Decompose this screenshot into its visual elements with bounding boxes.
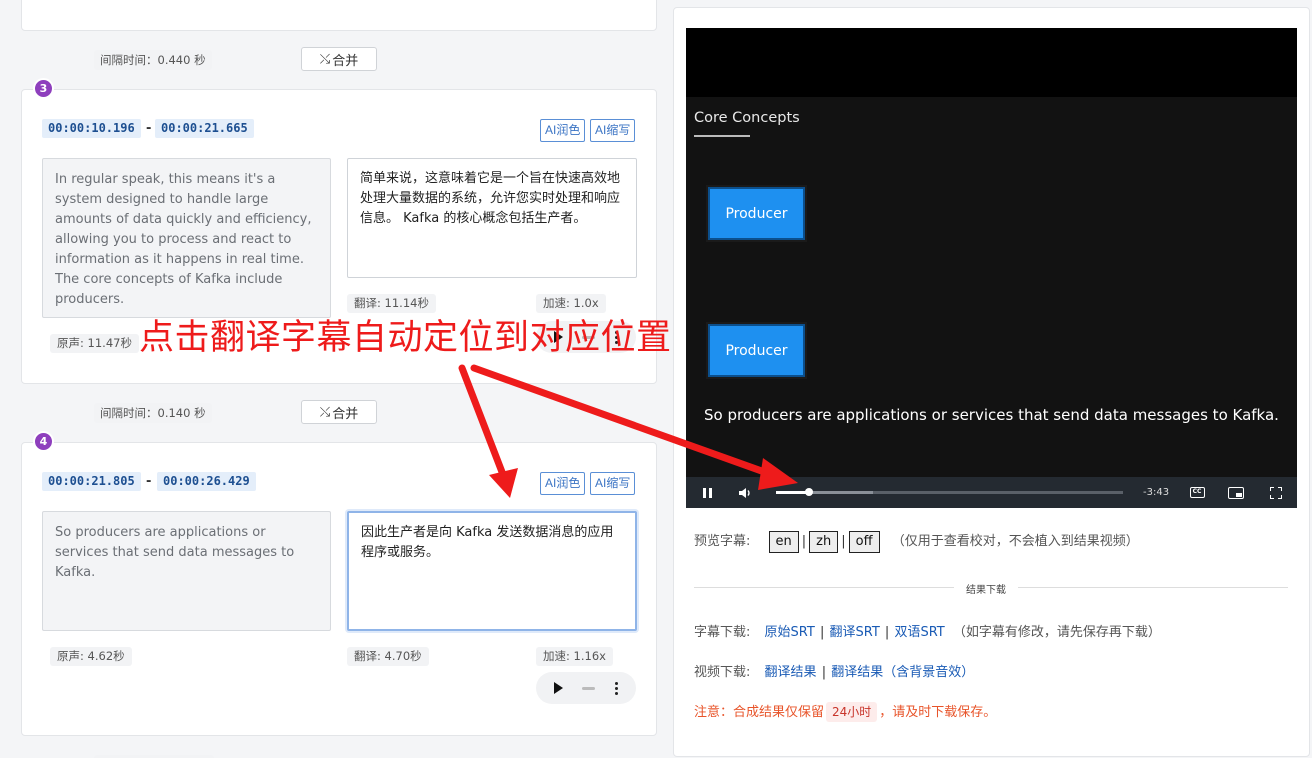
gap-duration-label: 间隔时间：0.140 秒 xyxy=(94,403,212,423)
time-separator: - xyxy=(146,474,152,489)
end-timestamp[interactable]: 00:00:21.665 xyxy=(155,119,254,138)
preview-note: （仅用于查看校对，不会植入到结果视频） xyxy=(891,534,1139,549)
source-text: So producers are applications or service… xyxy=(42,511,331,631)
download-translated-video-link[interactable]: 翻译结果 xyxy=(765,665,817,680)
gap-row-2: 间隔时间：0.140 秒 ⤯ 合并 xyxy=(21,400,657,426)
results-download-heading: 结果下载 xyxy=(954,581,1018,596)
download-translated-video-bg-link[interactable]: 翻译结果（含背景音效） xyxy=(831,665,974,680)
merge-icon: ⤯ xyxy=(319,404,331,419)
preview-en-button[interactable]: en xyxy=(768,530,799,553)
preview-zh-button[interactable]: zh xyxy=(809,530,839,553)
video-download-label: 视频下载: xyxy=(694,665,751,680)
pause-icon[interactable] xyxy=(696,477,718,508)
end-timestamp[interactable]: 00:00:26.429 xyxy=(157,472,256,491)
start-timestamp[interactable]: 00:00:21.805 xyxy=(42,472,141,491)
merge-button[interactable]: ⤯ 合并 xyxy=(301,47,377,71)
segment-card-4: 00:00:21.805 - 00:00:26.429 AI润色 AI缩写 So… xyxy=(21,442,657,736)
separator: | xyxy=(884,625,890,640)
ai-polish-button[interactable]: AI润色 xyxy=(540,472,586,495)
video-player[interactable]: Core Concepts Producer Producer So produ… xyxy=(686,28,1297,508)
gap-row-3 xyxy=(21,752,657,758)
translation-input[interactable]: 简单来说，这意味着它是一个旨在快速高效地处理大量数据的系统，允许您实时处理和响应… xyxy=(347,158,637,278)
retention-badge: 24小时 xyxy=(826,702,878,722)
download-translated-srt-link[interactable]: 翻译SRT xyxy=(829,625,879,640)
slide-underline xyxy=(694,135,750,137)
retention-notice: 注意：合成结果仅保留 24小时 ，请及时下载保存。 xyxy=(694,701,996,722)
start-timestamp[interactable]: 00:00:10.196 xyxy=(42,119,141,138)
seek-handle[interactable] xyxy=(804,488,813,496)
original-duration: 原声: 11.47秒 xyxy=(50,334,139,353)
annotation-label: 点击翻译字幕自动定位到对应位置 xyxy=(139,318,672,358)
video-caption: So producers are applications or service… xyxy=(704,406,1279,424)
translation-input[interactable]: 因此生产者是向 Kafka 发送数据消息的应用程序或服务。 xyxy=(347,511,637,631)
separator: | xyxy=(821,665,827,680)
download-bilingual-srt-link[interactable]: 双语SRT xyxy=(894,625,944,640)
producer-box: Producer xyxy=(708,324,805,377)
fullscreen-button[interactable] xyxy=(1265,477,1287,508)
segment-index-badge: 4 xyxy=(33,431,54,452)
picture-in-picture-icon xyxy=(1228,486,1244,499)
merge-button[interactable]: ⤯ 合并 xyxy=(301,400,377,424)
merge-icon: ⤯ xyxy=(319,51,331,66)
time-remaining: -3:43 xyxy=(1143,487,1170,498)
producer-box: Producer xyxy=(708,187,805,240)
video-download-row: 视频下载: 翻译结果 | 翻译结果（含背景音效） xyxy=(694,661,974,680)
separator: | xyxy=(841,534,846,549)
more-options-icon[interactable] xyxy=(615,681,619,695)
captions-button[interactable]: CC xyxy=(1186,477,1208,508)
seek-bar[interactable] xyxy=(776,488,1123,496)
preview-off-button[interactable]: off xyxy=(848,530,880,553)
gap-row-1: 间隔时间：0.440 秒 ⤯ 合并 xyxy=(21,47,657,73)
subtitle-download-label: 字幕下载: xyxy=(694,625,751,640)
separator: | xyxy=(819,625,825,640)
merge-label: 合并 xyxy=(332,405,359,421)
merge-label: 合并 xyxy=(332,52,359,68)
slide-title: Core Concepts xyxy=(694,110,800,126)
source-text: In regular speak, this means it's a syst… xyxy=(42,158,331,318)
ai-polish-button[interactable]: AI润色 xyxy=(540,119,586,142)
ai-shorten-button[interactable]: AI缩写 xyxy=(590,472,636,495)
volume-icon[interactable] xyxy=(734,477,756,508)
video-controls: -3:43 CC xyxy=(686,477,1297,508)
segment-index-badge: 3 xyxy=(33,78,54,99)
subtitle-download-note: （如字幕有修改，请先保存再下载） xyxy=(952,625,1161,640)
play-icon[interactable] xyxy=(553,682,563,694)
ai-shorten-button[interactable]: AI缩写 xyxy=(590,119,636,142)
separator: | xyxy=(801,534,807,549)
cc-icon: CC xyxy=(1189,487,1205,498)
fullscreen-icon xyxy=(1270,486,1282,499)
preview-subtitle-row: 预览字幕: en | zh | off （仅用于查看校对，不会植入到结果视频） xyxy=(694,530,1139,553)
download-original-srt-link[interactable]: 原始SRT xyxy=(765,625,815,640)
subtitle-download-row: 字幕下载: 原始SRT | 翻译SRT | 双语SRT （如字幕有修改，请先保存… xyxy=(694,621,1161,640)
preview-panel: Core Concepts Producer Producer So produ… xyxy=(673,7,1310,757)
preview-label: 预览字幕: xyxy=(694,534,751,549)
gap-duration-label: 间隔时间：0.440 秒 xyxy=(94,50,212,70)
original-duration: 原声: 4.62秒 xyxy=(50,647,132,666)
time-separator: - xyxy=(146,121,152,136)
pip-button[interactable] xyxy=(1225,477,1247,508)
notice-suffix: ，请及时下载保存。 xyxy=(879,705,997,720)
audio-player[interactable] xyxy=(536,672,636,704)
volume-icon[interactable] xyxy=(582,686,596,690)
speed-rate: 加速: 1.16x xyxy=(536,647,613,666)
segment-card-2 xyxy=(21,0,657,31)
notice-prefix: 注意：合成结果仅保留 xyxy=(694,705,825,720)
translation-duration: 翻译: 4.70秒 xyxy=(347,647,429,666)
